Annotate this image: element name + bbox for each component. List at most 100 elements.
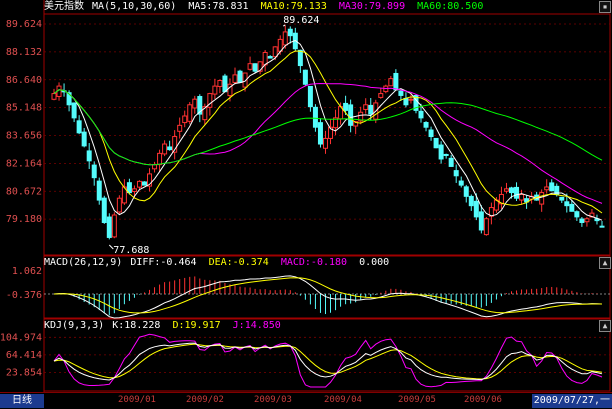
candle-body xyxy=(428,129,434,138)
date-label-2009-04: 2009/04 xyxy=(324,395,362,405)
candle-body xyxy=(564,201,570,207)
candle-body xyxy=(96,180,102,201)
candle-body xyxy=(599,225,605,228)
candle-body xyxy=(569,203,575,212)
candle-body xyxy=(423,122,429,128)
index-title: 美元指数 xyxy=(44,1,84,12)
main-panel-toggle-icon[interactable]: ▪ xyxy=(599,1,611,13)
candle-body xyxy=(272,46,278,58)
price-tick-label: 79.180 xyxy=(6,214,42,225)
candle-body xyxy=(398,90,404,96)
candle-body xyxy=(539,192,545,205)
candle-body xyxy=(584,218,590,223)
kdj-d-line xyxy=(53,343,603,380)
candle-body xyxy=(167,146,173,151)
candle-body xyxy=(81,131,87,147)
date-label-2009-05: 2009/05 xyxy=(398,395,436,405)
ma10-value: MA10:79.133 xyxy=(260,1,327,12)
date-label-2009-03: 2009/03 xyxy=(254,395,292,405)
candle-body xyxy=(317,122,323,145)
candle-body xyxy=(106,216,112,238)
candle-body xyxy=(247,63,253,70)
candle-body xyxy=(187,104,193,122)
candle-body xyxy=(403,97,409,106)
kdj-j-value: J:14.850 xyxy=(232,320,281,331)
candle-body xyxy=(438,144,444,160)
candle-body xyxy=(182,115,188,124)
kdj-params: KDJ(9,3,3) xyxy=(44,320,105,331)
candle-body xyxy=(544,186,550,191)
candle-body xyxy=(418,110,424,119)
candle-body xyxy=(287,28,293,37)
price-tick-label: 86.640 xyxy=(6,75,42,86)
kdj-panel-header: KDJ(9,3,3) K:18.228 D:19.917 J:14.850 xyxy=(0,320,287,332)
ma30-line xyxy=(53,82,603,204)
candle-body xyxy=(343,102,349,111)
macd-zero-value: 0.000 xyxy=(359,257,390,268)
candle-body xyxy=(503,188,509,192)
candle-body xyxy=(443,153,449,156)
macd-dea-line xyxy=(53,277,602,314)
candle-body xyxy=(312,106,318,128)
price-tick-label: 80.672 xyxy=(6,186,42,197)
daily-period-tab[interactable]: 日线 xyxy=(0,394,44,408)
kdj-panel-up-icon[interactable]: ▲ xyxy=(599,320,611,332)
candle-body xyxy=(574,211,580,218)
price-tick-label: 85.148 xyxy=(6,103,42,114)
candle-body xyxy=(549,182,555,192)
candle-body xyxy=(468,195,474,207)
candle-body xyxy=(192,98,198,109)
candle-body xyxy=(463,186,469,197)
date-axis-bar: 日线 2009/01 2009/02 2009/03 2009/04 2009/… xyxy=(0,392,612,409)
macd-panel-up-icon[interactable]: ▲ xyxy=(599,257,611,269)
kdj-tick-label: 23.854 xyxy=(6,367,42,378)
price-tick-label: 82.164 xyxy=(6,158,42,169)
macd-dea-value: DEA:-0.374 xyxy=(208,257,269,268)
ma5-value: MA5:78.831 xyxy=(188,1,249,12)
ma5-line xyxy=(53,39,603,221)
candle-body xyxy=(458,180,464,186)
candle-body xyxy=(453,170,459,177)
candle-body xyxy=(116,197,122,213)
candle-body xyxy=(51,93,57,100)
candle-body xyxy=(136,180,142,188)
candle-body xyxy=(237,70,243,83)
chart-canvas[interactable]: 89.624 88.132 86.640 85.148 83.656 82.164 80.6… xyxy=(0,0,612,392)
candle-body xyxy=(408,98,414,101)
candle-body xyxy=(514,186,520,199)
candle-body xyxy=(212,85,218,95)
candle-body xyxy=(282,31,288,46)
candle-body xyxy=(111,214,117,238)
candle-body xyxy=(157,152,163,166)
candle-body xyxy=(91,164,97,179)
candle-body xyxy=(76,120,82,134)
candle-body xyxy=(509,187,515,194)
candle-body xyxy=(348,104,354,126)
main-panel-header: 美元指数 MA(5,10,30,60) MA5:78.831 MA10:79.1… xyxy=(0,1,489,13)
price-tick-label: 83.656 xyxy=(6,131,42,142)
candle-body xyxy=(363,104,369,110)
candle-body xyxy=(222,75,228,93)
price-tick-label: 88.132 xyxy=(6,47,42,58)
candle-body xyxy=(378,93,384,98)
candle-body xyxy=(322,137,328,149)
candle-body xyxy=(152,164,158,170)
date-label-2009-06: 2009/06 xyxy=(464,395,502,405)
candle-body xyxy=(579,218,585,223)
candle-body xyxy=(232,74,238,83)
candle-body xyxy=(217,79,223,87)
candle-body xyxy=(433,137,439,149)
kdj-tick-label: 104.974 xyxy=(0,332,42,343)
kdj-tick-label: 64.414 xyxy=(6,350,42,361)
macd-macd-value: MACD:-0.180 xyxy=(280,257,348,268)
candle-body xyxy=(478,211,484,231)
candle-body xyxy=(71,102,77,119)
macd-panel-header: MACD(26,12,9) DIFF:-0.464 DEA:-0.374 MAC… xyxy=(0,257,395,269)
kdj-k-line xyxy=(53,342,603,381)
candle-body xyxy=(141,181,147,186)
candle-body xyxy=(483,218,489,236)
high-price-label: 89.624 xyxy=(283,15,319,26)
candle-body xyxy=(307,85,313,108)
macd-params: MACD(26,12,9) xyxy=(44,257,123,268)
candle-body xyxy=(297,49,303,67)
